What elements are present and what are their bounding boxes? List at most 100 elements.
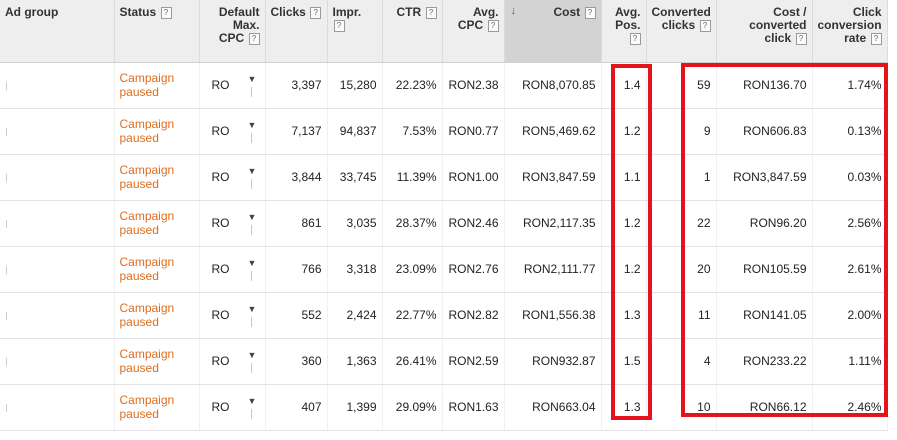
table-row[interactable]: Campaign paused RO ▼ 552 2,424 22.77% RON2.82 R… — [0, 292, 888, 339]
help-icon[interactable]: ? — [160, 7, 172, 19]
default-max-cpc-cell[interactable]: RO ▼ — [199, 292, 266, 339]
edit-pencil-icon[interactable]: ▼ — [248, 166, 257, 176]
row-marker — [6, 403, 7, 412]
status-cell: Campaign paused — [114, 108, 200, 155]
edit-pencil-icon[interactable]: ▼ — [248, 212, 257, 222]
ad-group-cell[interactable] — [0, 154, 115, 201]
help-icon[interactable]: ? — [333, 20, 345, 32]
converted-clicks-cell: 59 — [646, 62, 717, 109]
converted-clicks-cell: 20 — [646, 246, 717, 293]
column-header-cost-per-converted-click[interactable]: Cost / converted click ? — [716, 0, 813, 63]
ad-group-cell[interactable] — [0, 338, 115, 385]
edit-pencil-icon[interactable]: ▼ — [248, 258, 257, 268]
help-icon[interactable]: ? — [629, 33, 641, 45]
impressions-cell: 1,363 — [327, 338, 383, 385]
avg-cpc-cell: RON2.59 — [442, 338, 505, 385]
ad-group-cell[interactable] — [0, 200, 115, 247]
max-cpc-value: RO — [211, 353, 230, 368]
clicks-cell: 7,137 — [265, 108, 328, 155]
ctr-cell: 7.53% — [382, 108, 443, 155]
avg-pos-cell: 1.1 — [601, 154, 647, 201]
bid-marker — [250, 224, 252, 235]
click-conversion-rate-cell: 0.03% — [812, 154, 888, 201]
table-row[interactable]: Campaign paused RO ▼ 861 3,035 28.37% RON2.46 R… — [0, 200, 888, 247]
ad-group-cell[interactable] — [0, 292, 115, 339]
default-max-cpc-cell[interactable]: RO ▼ — [199, 338, 266, 385]
ad-group-cell[interactable] — [0, 108, 115, 155]
ctr-cell: 22.23% — [382, 62, 443, 109]
table-row[interactable]: Campaign paused RO ▼ 7,137 94,837 7.53% RON0.7… — [0, 108, 888, 155]
status-cell: Campaign paused — [114, 62, 200, 109]
edit-pencil-icon[interactable]: ▼ — [248, 304, 257, 314]
cost-cell: RON663.04 — [504, 384, 602, 431]
max-cpc-value: RO — [211, 123, 230, 138]
row-marker — [6, 173, 7, 182]
column-header-label: Impr. — [332, 5, 362, 19]
edit-pencil-icon[interactable]: ▼ — [248, 74, 257, 84]
column-header-converted-clicks[interactable]: Converted clicks ? — [646, 0, 717, 63]
default-max-cpc-cell[interactable]: RO ▼ — [199, 200, 266, 247]
clicks-cell: 766 — [265, 246, 328, 293]
column-header-impr[interactable]: Impr. ? — [327, 0, 383, 63]
help-icon[interactable]: ? — [584, 7, 596, 19]
help-icon[interactable]: ? — [310, 7, 322, 19]
ctr-cell: 22.77% — [382, 292, 443, 339]
converted-clicks-cell: 10 — [646, 384, 717, 431]
bid-marker — [250, 316, 252, 327]
impressions-cell: 3,318 — [327, 246, 383, 293]
table-row[interactable]: Campaign paused RO ▼ 3,397 15,280 22.23% RON2.… — [0, 62, 888, 109]
help-icon[interactable]: ? — [870, 33, 882, 45]
default-max-cpc-cell[interactable]: RO ▼ — [199, 246, 266, 293]
column-header-default-max-cpc[interactable]: Default Max. CPC ? — [199, 0, 266, 63]
help-icon[interactable]: ? — [425, 7, 437, 19]
ctr-cell: 26.41% — [382, 338, 443, 385]
avg-pos-cell: 1.2 — [601, 200, 647, 247]
click-conversion-rate-cell: 0.13% — [812, 108, 888, 155]
column-header-label: Cost — [553, 5, 581, 19]
column-header-clicks[interactable]: Clicks ? — [265, 0, 328, 63]
max-cpc-value: RO — [211, 77, 230, 92]
table-row[interactable]: Campaign paused RO ▼ 766 3,318 23.09% RON2.76 R… — [0, 246, 888, 293]
default-max-cpc-cell[interactable]: RO ▼ — [199, 384, 266, 431]
click-conversion-rate-cell: 2.46% — [812, 384, 888, 431]
click-conversion-rate-cell: 2.56% — [812, 200, 888, 247]
ad-group-cell[interactable] — [0, 246, 115, 293]
column-header-ctr[interactable]: CTR ? — [382, 0, 443, 63]
default-max-cpc-cell[interactable]: RO ▼ — [199, 108, 266, 155]
edit-pencil-icon[interactable]: ▼ — [248, 396, 257, 406]
status-cell: Campaign paused — [114, 292, 200, 339]
ad-group-cell[interactable] — [0, 62, 115, 109]
converted-clicks-cell: 22 — [646, 200, 717, 247]
row-marker — [6, 311, 7, 320]
avg-pos-cell: 1.5 — [601, 338, 647, 385]
ad-group-cell[interactable] — [0, 384, 115, 431]
edit-pencil-icon[interactable]: ▼ — [248, 120, 257, 130]
click-conversion-rate-cell: 1.74% — [812, 62, 888, 109]
column-header-avg-cpc[interactable]: Avg. CPC ? — [442, 0, 505, 63]
table-row[interactable]: Campaign paused RO ▼ 360 1,363 26.41% RON2.59 R… — [0, 338, 888, 385]
column-header-ad-group[interactable]: Ad group — [0, 0, 115, 63]
clicks-cell: 3,397 — [265, 62, 328, 109]
sort-descending-icon[interactable]: ↓ — [511, 5, 517, 18]
column-header-cost[interactable]: ↓ Cost ? — [504, 0, 602, 63]
default-max-cpc-cell[interactable]: RO ▼ — [199, 62, 266, 109]
help-icon[interactable]: ? — [487, 20, 499, 32]
clicks-cell: 552 — [265, 292, 328, 339]
cost-cell: RON8,070.85 — [504, 62, 602, 109]
cost-per-converted-click-cell: RON105.59 — [716, 246, 813, 293]
table-row[interactable]: Campaign paused RO ▼ 3,844 33,745 11.39% RON1.… — [0, 154, 888, 201]
table-row[interactable]: Campaign paused RO ▼ 407 1,399 29.09% RON1.63 R… — [0, 384, 888, 431]
column-header-status[interactable]: Status ? — [114, 0, 200, 63]
help-icon[interactable]: ? — [795, 33, 807, 45]
column-header-avg-pos[interactable]: Avg. Pos. ? — [601, 0, 647, 63]
bid-marker — [250, 408, 252, 419]
avg-cpc-cell: RON2.46 — [442, 200, 505, 247]
cost-cell: RON2,117.35 — [504, 200, 602, 247]
row-marker — [6, 357, 7, 366]
default-max-cpc-cell[interactable]: RO ▼ — [199, 154, 266, 201]
edit-pencil-icon[interactable]: ▼ — [248, 350, 257, 360]
help-icon[interactable]: ? — [699, 20, 711, 32]
column-header-click-conversion-rate[interactable]: Click conversion rate ? — [812, 0, 888, 63]
cost-per-converted-click-cell: RON141.05 — [716, 292, 813, 339]
help-icon[interactable]: ? — [248, 33, 260, 45]
